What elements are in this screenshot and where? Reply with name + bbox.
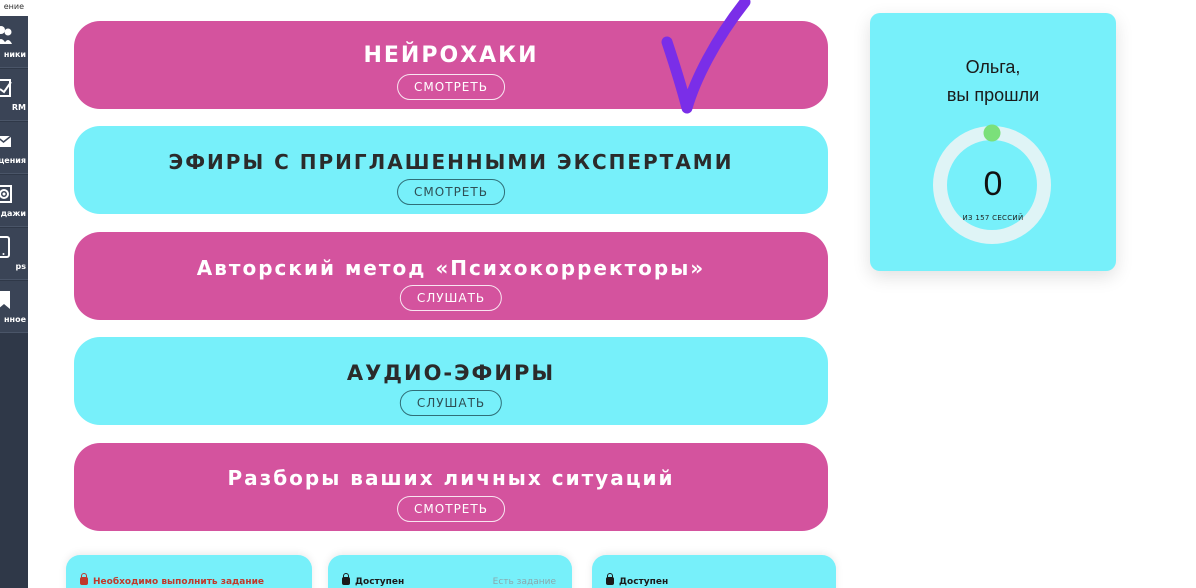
sidebar-item-label: ники xyxy=(3,50,26,59)
sidebar-item-label: нное xyxy=(4,315,26,324)
checkmark-icon xyxy=(661,0,751,114)
progress-greeting: Ольга, вы прошли xyxy=(870,53,1116,109)
listen-button[interactable]: СЛУШАТЬ xyxy=(399,390,503,416)
session-status: Необходимо выполнить задание xyxy=(80,573,265,587)
status-text: Доступен xyxy=(355,577,405,587)
lock-icon xyxy=(342,573,350,585)
phone-icon xyxy=(0,236,10,258)
sidebar-item-crm[interactable]: RM xyxy=(0,69,28,121)
sessions-total: ИЗ 157 СЕССИЙ xyxy=(962,214,1024,222)
session-status: Доступен xyxy=(342,573,405,587)
users-icon xyxy=(0,26,12,44)
session-card[interactable]: Доступен xyxy=(592,555,836,588)
progress-card: Ольга, вы прошли 0 ИЗ 157 СЕССИЙ xyxy=(870,13,1116,271)
status-text: Необходимо выполнить задание xyxy=(93,577,265,587)
status-text: Доступен xyxy=(619,577,669,587)
lock-icon xyxy=(80,573,88,585)
banner-title: ЭФИРЫ С ПРИГЛАШЕННЫМИ ЭКСПЕРТАМИ xyxy=(168,150,734,174)
session-card[interactable]: Доступен Есть задание xyxy=(328,555,572,588)
greeting-text: вы прошли xyxy=(946,85,1040,105)
banner-title: Авторский метод «Психокорректоры» xyxy=(196,256,706,280)
watch-button[interactable]: СМОТРЕТЬ xyxy=(397,74,505,100)
watch-button[interactable]: СМОТРЕТЬ xyxy=(397,496,505,522)
session-card[interactable]: Необходимо выполнить задание xyxy=(66,555,312,588)
sessions-completed: 0 xyxy=(983,165,1003,203)
banner-expert-streams[interactable]: ЭФИРЫ С ПРИГЛАШЕННЫМИ ЭКСПЕРТАМИ СМОТРЕТ… xyxy=(74,126,828,214)
banner-author-method[interactable]: Авторский метод «Психокорректоры» СЛУШАТ… xyxy=(74,232,828,320)
watch-button[interactable]: СМОТРЕТЬ xyxy=(397,179,505,205)
greeting-name: Ольга, xyxy=(965,57,1021,77)
sidebar-item-apps[interactable]: ps xyxy=(0,228,28,280)
sidebar: ение ники RM щения xyxy=(0,0,28,588)
sidebar-item-messages[interactable]: щения xyxy=(0,122,28,174)
sidebar-item-sales[interactable]: дажи xyxy=(0,175,28,227)
checkbox-icon xyxy=(0,79,12,97)
envelope-icon xyxy=(0,135,12,147)
banner-personal-cases[interactable]: Разборы ваших личных ситуаций СМОТРЕТЬ xyxy=(74,443,828,531)
task-note: Есть задание xyxy=(492,577,556,587)
sidebar-item-label: щения xyxy=(0,156,26,165)
sidebar-item-users[interactable]: ники xyxy=(0,16,28,68)
sidebar-item-label: ps xyxy=(15,262,27,271)
banner-title: АУДИО-ЭФИРЫ xyxy=(346,361,556,385)
sidebar-item-label: дажи xyxy=(0,209,26,218)
bookmark-icon xyxy=(0,291,10,309)
sidebar-top-strip: ение xyxy=(0,0,28,16)
banner-audio-streams[interactable]: АУДИО-ЭФИРЫ СЛУШАТЬ xyxy=(74,337,828,425)
sidebar-top-label: ение xyxy=(3,2,24,11)
gear-icon xyxy=(0,185,12,203)
banner-title: Разборы ваших личных ситуаций xyxy=(227,466,675,490)
app-window: ение ники RM щения xyxy=(0,0,1196,588)
sidebar-item-label: RM xyxy=(11,103,26,112)
sidebar-item-saved[interactable]: нное xyxy=(0,281,28,333)
listen-button[interactable]: СЛУШАТЬ xyxy=(399,285,503,311)
session-status: Доступен xyxy=(606,573,669,587)
lock-icon xyxy=(606,573,614,585)
